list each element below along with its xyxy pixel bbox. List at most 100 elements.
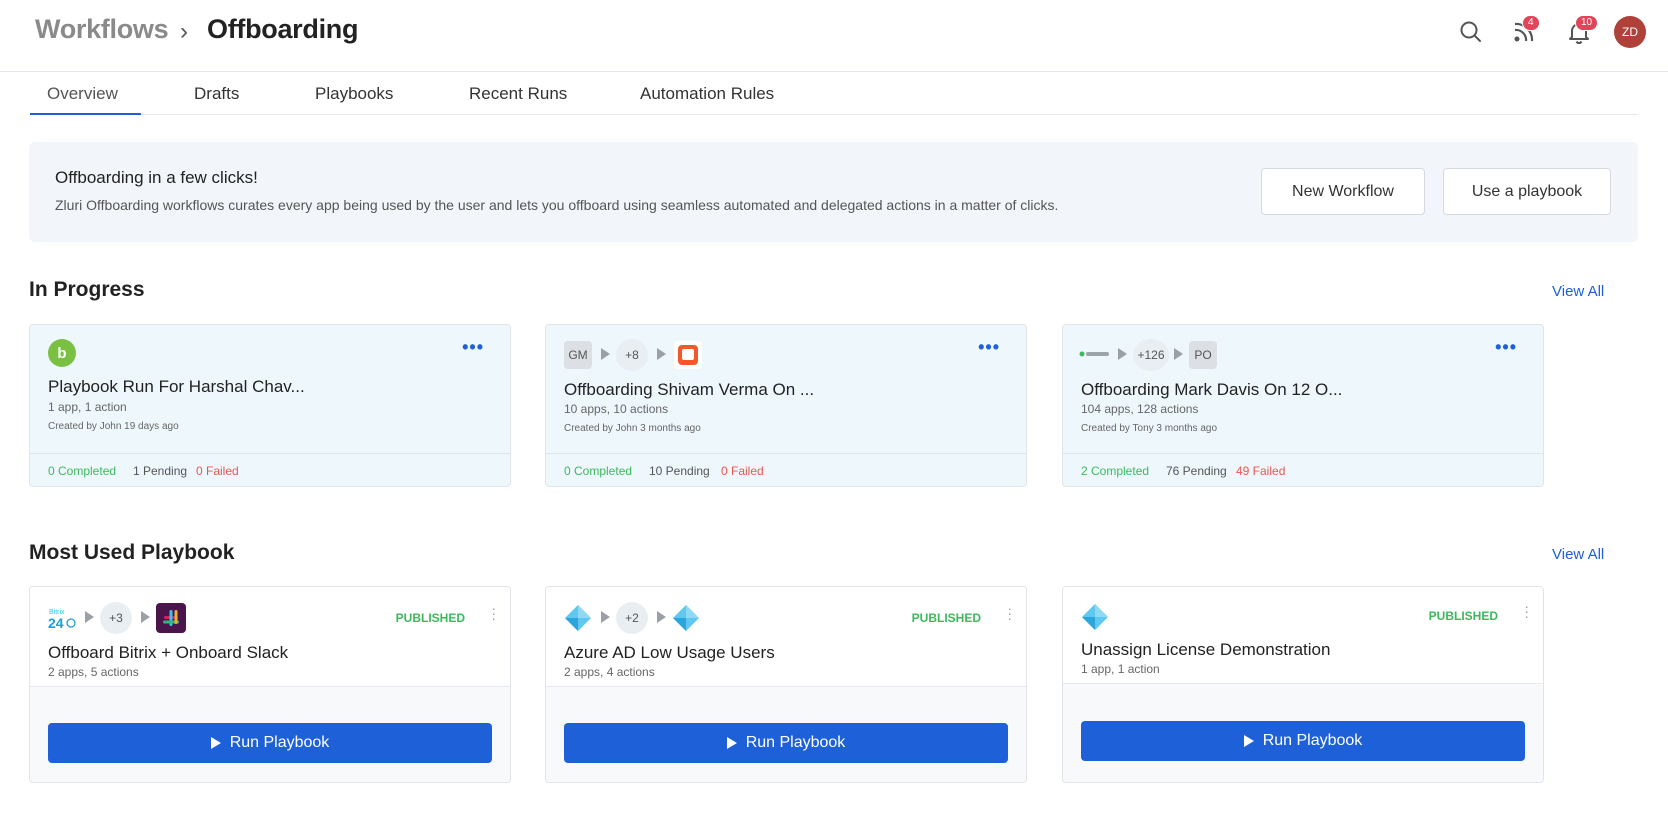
published-badge: PUBLISHED	[911, 611, 981, 625]
arrow-right-icon	[1174, 348, 1183, 360]
azure-ad-app-icon	[564, 604, 592, 632]
arrow-right-icon	[85, 611, 94, 623]
kebab-menu-icon[interactable]: · · ·	[1007, 601, 1012, 625]
arrow-right-icon	[1118, 348, 1127, 360]
card-meta: Created by Tony 3 months ago	[1081, 423, 1218, 434]
playbook-card-header: +2 PUBLISHED · · · Azure AD Low Usage User…	[546, 587, 1026, 687]
in-progress-card[interactable]: GM +8 ••• Offboarding Shivam Verma On ..…	[545, 324, 1027, 487]
card-title: Offboarding Mark Davis On 12 O...	[1081, 380, 1343, 399]
in-progress-title: In Progress	[29, 278, 145, 301]
app-count-chip: +3	[100, 602, 132, 634]
tab-playbooks[interactable]: Playbooks	[315, 84, 393, 104]
app-count-chip: +126	[1133, 339, 1169, 371]
top-header: Workflows › Offboarding 4 10 ZD	[0, 0, 1668, 72]
card-subtitle: 2 apps, 5 actions	[48, 665, 139, 679]
pending-count: 1 Pending	[133, 464, 188, 478]
card-meta: Created by John 19 days ago	[48, 421, 179, 432]
pending-count: 76 Pending	[1166, 464, 1227, 478]
in-progress-card[interactable]: b ••• Playbook Run For Harshal Chav... 1…	[29, 324, 511, 487]
failed-count: 49 Failed	[1236, 464, 1286, 478]
completed-count: 0 Completed	[564, 464, 633, 478]
playbook-card-header: Bitrix 24 +3 PUBLISHED · · · Offboard Bitri…	[30, 587, 510, 687]
kebab-menu-icon[interactable]: · · ·	[491, 601, 496, 625]
card-status-footer: 2 Completed 76 Pending 49 Failed	[1063, 453, 1543, 486]
page-title: Offboarding	[207, 14, 359, 44]
card-meta: Created by John 3 months ago	[564, 423, 701, 434]
search-icon[interactable]	[1457, 18, 1485, 46]
arrow-right-icon	[601, 348, 610, 360]
play-icon	[1243, 735, 1254, 747]
tab-recent-runs[interactable]: Recent Runs	[469, 84, 567, 104]
app-count-chip: +2	[616, 602, 648, 634]
slack-app-icon	[156, 603, 186, 633]
bamboohr-app-icon: b	[48, 339, 76, 367]
feed-icon[interactable]: 4	[1510, 15, 1540, 46]
published-badge: PUBLISHED	[395, 611, 465, 625]
feed-badge: 4	[1522, 15, 1540, 31]
arrow-right-icon	[657, 611, 666, 623]
in-progress-card[interactable]: +126 PO ••• Offboarding Mark Davis On 12…	[1062, 324, 1544, 487]
notification-badge: 10	[1575, 15, 1599, 31]
play-icon	[726, 737, 737, 749]
card-subtitle: 10 apps, 10 actions	[564, 402, 669, 416]
active-tab-indicator	[30, 113, 141, 115]
app-count-chip: +8	[616, 339, 648, 371]
user-avatar[interactable]: ZD	[1614, 16, 1646, 48]
tab-overview[interactable]: Overview	[47, 84, 118, 104]
arrow-right-icon	[601, 611, 610, 623]
use-playbook-button[interactable]: Use a playbook	[1443, 168, 1611, 215]
card-status-footer: 0 Completed 1 Pending 0 Failed	[30, 453, 510, 486]
svg-text:24: 24	[48, 615, 64, 631]
card-title: Unassign License Demonstration	[1081, 640, 1331, 659]
run-playbook-button[interactable]: Run Playbook	[1081, 721, 1525, 761]
play-icon	[210, 737, 221, 749]
most-used-playbook-title: Most Used Playbook	[29, 541, 235, 564]
card-subtitle: 2 apps, 4 actions	[564, 665, 655, 679]
bitrix24-app-icon: Bitrix 24	[48, 604, 76, 632]
svg-text:b: b	[57, 345, 66, 362]
banner-title: Offboarding in a few clicks!	[55, 168, 258, 187]
orange-app-icon	[674, 341, 702, 369]
failed-count: 0 Failed	[721, 464, 764, 478]
more-options-icon[interactable]: •••	[978, 337, 1000, 358]
intro-banner: Offboarding in a few clicks! Zluri Offbo…	[29, 142, 1638, 242]
azure-ad-app-icon	[672, 604, 700, 632]
playbook-card[interactable]: +2 PUBLISHED · · · Azure AD Low Usage User…	[545, 586, 1027, 783]
tab-drafts[interactable]: Drafts	[194, 84, 239, 104]
run-playbook-label: Run Playbook	[229, 734, 330, 751]
breadcrumb-separator-icon: ›	[180, 18, 188, 45]
completed-count: 2 Completed	[1081, 464, 1150, 478]
completed-count: 0 Completed	[48, 464, 117, 478]
card-status-footer: 0 Completed 10 Pending 0 Failed	[546, 453, 1026, 486]
more-options-icon[interactable]: •••	[462, 337, 484, 358]
run-playbook-button[interactable]: Run Playbook	[564, 723, 1008, 763]
card-subtitle: 104 apps, 128 actions	[1081, 402, 1199, 416]
run-playbook-label: Run Playbook	[1262, 732, 1363, 749]
card-title: Playbook Run For Harshal Chav...	[48, 377, 305, 396]
breadcrumb-workflows[interactable]: Workflows	[35, 14, 169, 45]
card-title: Azure AD Low Usage Users	[564, 643, 775, 662]
playbook-card[interactable]: Bitrix 24 +3 PUBLISHED · · · Offboard Bitri…	[29, 586, 511, 783]
playbook-card-header: PUBLISHED · · · Unassign License Demonstra…	[1063, 587, 1543, 684]
card-title: Offboard Bitrix + Onboard Slack	[48, 643, 289, 662]
published-badge: PUBLISHED	[1428, 609, 1498, 623]
new-workflow-button[interactable]: New Workflow	[1261, 168, 1425, 215]
run-playbook-button[interactable]: Run Playbook	[48, 723, 492, 763]
app-logo-icon	[1079, 347, 1111, 361]
arrow-right-icon	[657, 348, 666, 360]
banner-description: Zluri Offboarding workflows curates ever…	[55, 197, 1059, 213]
more-options-icon[interactable]: •••	[1495, 337, 1517, 358]
card-title: Offboarding Shivam Verma On ...	[564, 380, 815, 399]
in-progress-view-all-link[interactable]: View All	[1552, 283, 1604, 300]
card-subtitle: 1 app, 1 action	[48, 400, 127, 414]
most-used-view-all-link[interactable]: View All	[1552, 546, 1604, 563]
card-subtitle: 1 app, 1 action	[1081, 662, 1160, 676]
playbook-card[interactable]: PUBLISHED · · · Unassign License Demonstra…	[1062, 586, 1544, 783]
pending-count: 10 Pending	[649, 464, 710, 478]
azure-ad-app-icon	[1081, 603, 1109, 631]
tab-automation-rules[interactable]: Automation Rules	[640, 84, 774, 104]
kebab-menu-icon[interactable]: · · ·	[1524, 599, 1529, 623]
arrow-right-icon	[141, 611, 150, 623]
run-playbook-label: Run Playbook	[745, 734, 846, 751]
bell-icon[interactable]: 10	[1565, 15, 1599, 46]
